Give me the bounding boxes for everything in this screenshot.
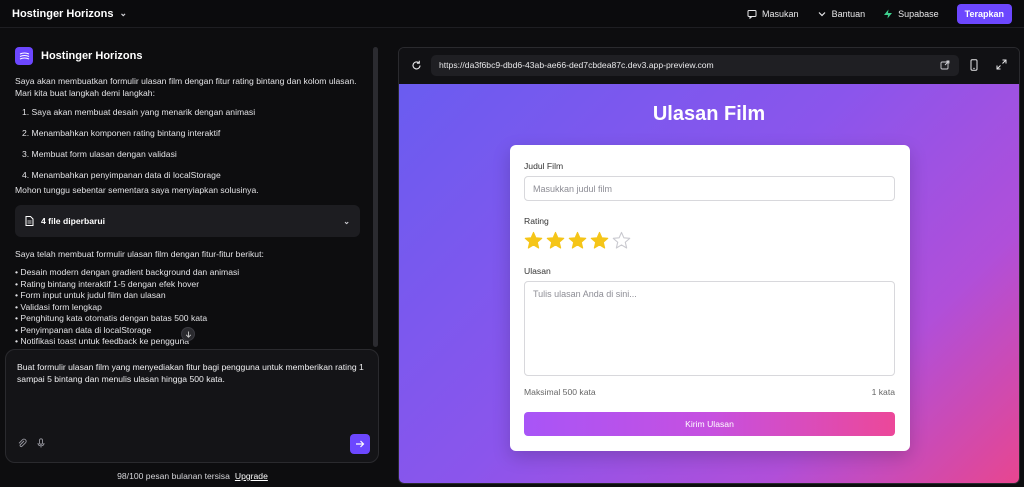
star-empty-icon[interactable] [612,231,631,250]
star-filled-icon[interactable] [568,231,587,250]
review-label: Ulasan [524,266,551,276]
movie-title-input[interactable]: Masukkan judul film [524,176,895,201]
project-switcher[interactable]: Hostinger Horizons ⌄ [12,8,127,20]
chevron-down-icon: ⌄ [343,216,350,226]
list-item: • Penyimpanan data di localStorage [15,324,152,335]
assistant-header: Hostinger Horizons [15,47,142,65]
message-icon [747,9,757,19]
supabase-icon [884,9,893,18]
quota-info: 98/100 pesan bulanan tersisa Upgrade [0,471,385,481]
arrow-down-icon [185,331,191,338]
star-filled-icon[interactable] [524,231,543,250]
preview-canvas: Ulasan Film Judul Film Masukkan judul fi… [399,84,1019,483]
external-link-icon[interactable] [940,60,950,70]
url-field[interactable]: https://da3f6bc9-dbd6-43ab-ae66-ded7cbde… [431,55,959,76]
features-list: • Desain modern dengan gradient backgrou… [15,267,239,348]
list-item: • Penghitung kata otomatis dengan batas … [15,313,208,323]
list-item: 1. Saya akan membuat desain yang menarik… [22,107,256,117]
star-filled-icon[interactable] [590,231,609,250]
list-item: 2. Menambahkan komponen rating bintang i… [22,128,221,138]
list-item: • Rating bintang interaktif 1-5 dengan e… [15,278,200,289]
page-title: Ulasan Film [652,103,766,125]
microphone-icon[interactable] [36,438,46,448]
title-label: Judul Film [524,161,564,171]
supabase-label: Supabase [898,8,939,19]
word-limit-text: Maksimal 500 kata [524,387,596,397]
wait-message: Mohon tunggu sebentar sementara saya men… [15,185,259,195]
rating-label: Rating [524,216,549,226]
preview-panel: https://da3f6bc9-dbd6-43ab-ae66-ded7cbde… [398,47,1020,484]
chat-scrollbar[interactable] [373,47,378,347]
supabase-button[interactable]: Supabase [883,9,939,19]
star-rating[interactable] [524,231,631,250]
quota-text: 98/100 pesan bulanan tersisa [117,471,230,481]
file-icon [25,216,34,226]
star-filled-icon[interactable] [546,231,565,250]
upgrade-link[interactable]: Upgrade [235,471,268,481]
list-item: • Notifikasi toast untuk feedback ke pen… [15,336,190,346]
list-item: • Form input untuk judul film dan ulasan [15,290,166,300]
steps-list: 1. Saya akan membuat desain yang menarik… [22,107,255,191]
refresh-icon[interactable] [411,60,422,71]
list-item: 3. Membuat form ulasan dengan validasi [22,149,177,159]
review-form: Judul Film Masukkan judul film Rating Ul… [510,145,910,451]
help-dropdown[interactable]: Bantuan [817,8,866,19]
word-counter: Maksimal 500 kata 1 kata [524,387,895,397]
mobile-view-icon[interactable] [969,59,979,71]
word-count: 1 kata [871,387,895,397]
arrow-right-icon [356,440,365,448]
list-item: • Validasi form lengkap [15,301,102,312]
feedback-button[interactable]: Masukan [747,9,799,19]
app-name: Hostinger Horizons [12,7,114,20]
chat-panel: Hostinger Horizons Saya akan membuatkan … [0,29,385,487]
chevron-down-icon [818,11,825,16]
scroll-down-button[interactable] [181,327,195,341]
send-button[interactable] [350,434,370,454]
feedback-label: Masukan [762,8,799,19]
prompt-text[interactable]: Buat formulir ulasan film yang menyediak… [17,361,369,385]
assistant-name: Hostinger Horizons [41,50,143,62]
summary-message: Saya telah membuat formulir ulasan film … [15,249,264,259]
help-label: Bantuan [831,8,866,19]
horizons-logo-icon [15,47,33,65]
files-updated-toggle[interactable]: 4 file diperbarui ⌄ [15,205,360,237]
assistant-intro: Saya akan membuatkan formulir ulasan fil… [15,76,357,98]
fullscreen-icon[interactable] [996,59,1007,70]
files-updated-label: 4 file diperbarui [41,216,105,226]
preview-toolbar: https://da3f6bc9-dbd6-43ab-ae66-ded7cbde… [399,48,1019,84]
top-bar: Hostinger Horizons ⌄ Masukan Bantuan Sup… [0,0,1024,28]
prompt-input[interactable]: Buat formulir ulasan film yang menyediak… [5,349,379,463]
paperclip-icon[interactable] [17,438,27,448]
review-textarea[interactable]: Tulis ulasan Anda di sini... [524,281,895,376]
list-item: • Desain modern dengan gradient backgrou… [15,267,240,277]
chevron-down-icon: ⌄ [119,8,127,18]
deploy-button[interactable]: Terapkan [956,3,1012,24]
submit-review-button[interactable]: Kirim Ulasan [524,412,895,436]
